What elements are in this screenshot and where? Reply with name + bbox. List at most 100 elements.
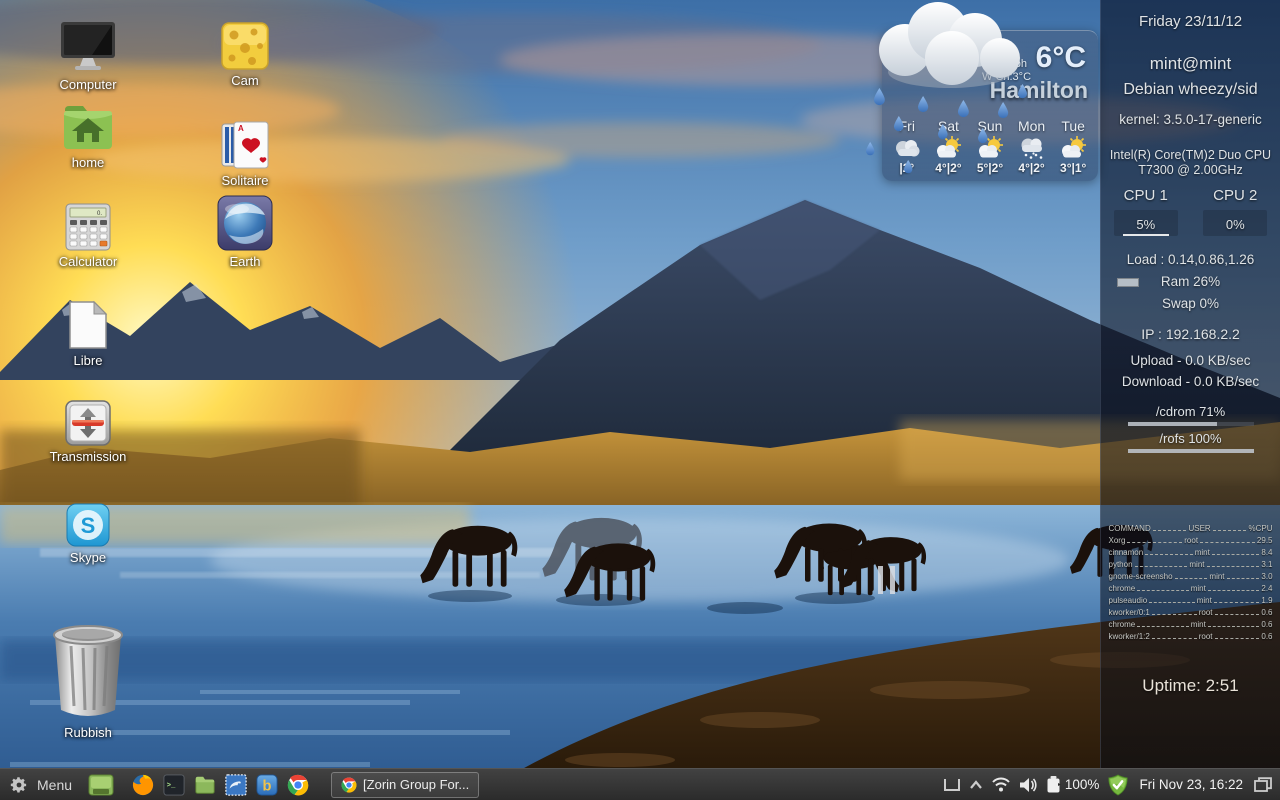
menu-label: Menu [37,777,72,793]
skype-icon: S [66,503,110,547]
desktop-icon-skype[interactable]: S Skype [33,503,143,565]
chrome-icon [287,774,309,796]
conky-cpu2-value: 0% [1226,217,1245,232]
conky-process-table: COMMAND USER %CPU Xorgroot29.5 cinnamonm… [1106,523,1276,643]
wifi-network-icon[interactable] [992,777,1010,792]
window-button-label: [Zorin Group For... [363,777,469,792]
libreoffice-document-icon [66,300,110,350]
desktop-icon-cam[interactable]: Cam [190,22,300,88]
conky-rofs-bar [1128,449,1254,453]
thunderbird-launcher[interactable] [223,772,249,798]
conky-cpu2-label: CPU 2 [1191,187,1280,204]
desktop-icon-label: Libre [74,353,103,368]
desktop-icon-rubbish[interactable]: Rubbish [33,618,143,740]
cloud-icon [892,136,922,160]
weather-wind: W:13Kph [982,58,1031,71]
desktop-icon-label: Rubbish [64,725,112,740]
firefox-icon [132,774,154,796]
conky-cpu-model-line2: T7300 @ 2.00GHz [1101,163,1280,178]
terminal-launcher[interactable]: >_ [161,772,187,798]
battery-icon[interactable] [1046,776,1061,793]
firefox-launcher[interactable] [130,772,156,798]
conky-ip: IP : 192.168.2.2 [1101,326,1280,342]
desktop-icon-label: Earth [229,254,260,269]
conky-uptime: Uptime: 2:51 [1101,676,1280,696]
sun-cloud-icon [975,136,1005,160]
cheese-webcam-icon [221,22,269,70]
home-folder-icon [62,102,114,152]
forecast-day: Tue 3°|1° [1052,118,1094,175]
conky-cpu2-graph: 0% [1203,210,1267,236]
battery-percentage: 100% [1065,777,1100,792]
weather-temperature: 6°C [1036,41,1086,75]
conky-cpu1-graph: 5% [1114,210,1178,236]
desktop-icon-label: Calculator [59,254,118,269]
desktop-icon-label: Skype [70,550,106,565]
computer-icon [59,20,117,74]
process-row: Xorgroot29.5 [1106,535,1276,547]
desktop-icon-calculator[interactable]: 0. Calculator [33,203,143,269]
desktop-icon-home[interactable]: home [33,102,143,170]
conky-cdrom-bar [1128,422,1254,426]
desktop-icon-label: Transmission [50,449,127,464]
b-app-launcher[interactable]: b [254,772,280,798]
svg-text:A: A [238,124,244,133]
forecast-day: Sun 5°|2° [969,118,1011,175]
menu-button[interactable]: Menu [0,769,84,800]
weather-humidity: H:81% [982,45,1031,58]
file-manager-launcher[interactable] [192,772,218,798]
chevron-up-icon[interactable] [969,780,983,790]
svg-text:S: S [81,513,96,538]
desktop-icon-label: home [72,155,105,170]
conky-swap: Swap 0% [1101,296,1280,311]
conky-cpu1-value: 5% [1136,217,1155,232]
thunderbird-mail-icon [225,774,247,796]
process-row: pulseaudiomint1.9 [1106,595,1276,607]
conky-system-monitor: Friday 23/11/12 mint@mint Debian wheezy/… [1100,0,1280,768]
desktop-icon-libre[interactable]: Libre [33,300,143,368]
transmission-icon [65,400,111,446]
svg-text:0.: 0. [97,211,102,217]
conky-cpu-model-line1: Intel(R) Core(TM)2 Duo CPU [1101,148,1280,163]
forecast-day: Mon 4°|2° [1011,118,1053,175]
conky-ram: Ram 26% [1161,274,1220,289]
process-row: kworker/0:1root0.6 [1106,607,1276,619]
process-row: pythonmint3.1 [1106,559,1276,571]
desktop-icon-label: Computer [59,77,116,92]
process-row: chromemint2.4 [1106,583,1276,595]
show-desktop-icon [88,774,114,796]
weather-city: Hamilton [990,77,1088,104]
conky-ram-bar [1117,278,1139,287]
taskbar-panel: Menu >_ [0,768,1280,800]
chrome-icon [341,777,357,793]
conky-distro: Debian wheezy/sid [1101,81,1280,99]
gear-menu-icon [10,776,28,794]
snow-cloud-icon [1017,136,1047,160]
forecast-day: Sat 4°|2° [928,118,970,175]
conky-cdrom: /cdrom 71% [1101,404,1280,419]
conky-download: Download - 0.0 KB/sec [1101,374,1280,389]
conky-user-host: mint@mint [1101,54,1280,74]
desktop-icon-computer[interactable]: Computer [33,20,143,92]
conky-load: Load : 0.14,0.86,1.26 [1101,252,1280,267]
process-row: cinnamonmint8.4 [1106,547,1276,559]
desktop-icon-solitaire[interactable]: A Solitaire [190,120,300,188]
process-header: COMMAND USER %CPU [1106,523,1276,535]
chrome-launcher[interactable] [285,772,311,798]
workspace-switcher-icon[interactable] [1254,777,1272,793]
conky-rofs: /rofs 100% [1101,431,1280,446]
volume-icon[interactable] [1019,777,1037,793]
update-shield-icon[interactable] [1108,774,1128,796]
desktop-icon-transmission[interactable]: Transmission [33,400,143,464]
window-button-zorin-forum[interactable]: [Zorin Group For... [331,772,479,798]
desktop-icon-earth[interactable]: Earth [190,195,300,269]
tray-applet-icon[interactable] [944,778,960,792]
panel-clock[interactable]: Fri Nov 23, 16:22 [1139,777,1243,792]
trash-can-icon [49,618,127,722]
google-earth-icon [217,195,273,251]
conky-cpu1-label: CPU 1 [1101,187,1191,204]
show-desktop-button[interactable] [88,774,114,796]
conky-upload: Upload - 0.0 KB/sec [1101,353,1280,368]
svg-text:b: b [263,778,272,794]
calculator-icon: 0. [65,203,111,251]
